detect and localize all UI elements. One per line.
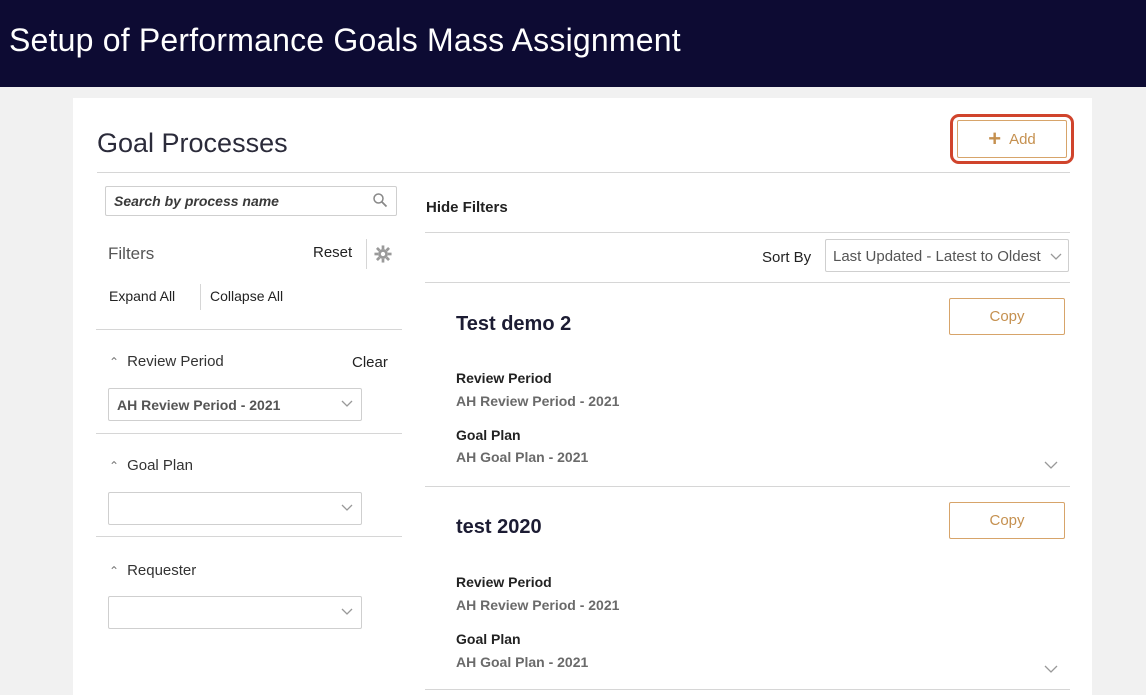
facet-requester[interactable]: ⌃ Requester: [109, 562, 196, 579]
field-value: AH Goal Plan - 2021: [456, 654, 589, 670]
divider: [366, 239, 367, 269]
review-period-value: AH Review Period - 2021: [117, 397, 281, 413]
clear-link[interactable]: Clear: [352, 354, 388, 371]
reset-link[interactable]: Reset: [313, 244, 352, 261]
collapse-all-link[interactable]: Collapse All: [210, 288, 283, 304]
chevron-down-icon[interactable]: [1044, 458, 1058, 472]
search-input[interactable]: [106, 187, 366, 215]
chevron-down-icon: [1050, 250, 1062, 262]
page-title: Goal Processes: [97, 128, 288, 158]
chevron-down-icon: [341, 504, 353, 511]
facet-review-period[interactable]: ⌃ Review Period: [109, 353, 224, 370]
divider: [96, 536, 402, 537]
add-button-label: Add: [1009, 130, 1036, 148]
divider: [425, 486, 1070, 487]
chevron-up-icon: ⌃: [109, 459, 120, 473]
review-period-select[interactable]: AH Review Period - 2021: [108, 388, 362, 421]
filters-heading: Filters: [108, 244, 155, 263]
field-value: AH Review Period - 2021: [456, 393, 620, 409]
divider: [425, 282, 1070, 283]
app-title: Setup of Performance Goals Mass Assignme…: [9, 22, 681, 58]
plus-icon: +: [988, 126, 1002, 151]
divider: [96, 433, 402, 434]
process-title[interactable]: test 2020: [456, 516, 542, 539]
app-header: Setup of Performance Goals Mass Assignme…: [0, 0, 1146, 87]
copy-button[interactable]: Copy: [949, 502, 1065, 539]
chevron-up-icon: ⌃: [109, 355, 120, 369]
divider: [425, 689, 1070, 690]
requester-select[interactable]: [108, 596, 362, 629]
gear-icon[interactable]: [374, 245, 392, 263]
field-value: AH Review Period - 2021: [456, 597, 620, 613]
add-button[interactable]: + Add: [957, 120, 1067, 158]
expand-all-link[interactable]: Expand All: [109, 288, 175, 304]
main-panel: Goal Processes + Add Filters Reset Expan…: [73, 98, 1092, 695]
field-label: Review Period: [456, 574, 552, 590]
sort-value: Last Updated - Latest to Oldest: [833, 248, 1041, 265]
divider: [200, 284, 201, 310]
process-title[interactable]: Test demo 2: [456, 313, 571, 336]
chevron-up-icon: ⌃: [109, 564, 120, 578]
divider: [97, 172, 1070, 173]
field-label: Review Period: [456, 370, 552, 386]
goal-plan-select[interactable]: [108, 492, 362, 525]
hide-filters-link[interactable]: Hide Filters: [426, 199, 508, 216]
divider: [425, 232, 1070, 233]
sort-by-label: Sort By: [762, 249, 812, 266]
facet-goal-plan[interactable]: ⌃ Goal Plan: [109, 457, 193, 474]
copy-button[interactable]: Copy: [949, 298, 1065, 335]
chevron-down-icon: [341, 400, 353, 407]
chevron-down-icon: [341, 608, 353, 615]
field-label: Goal Plan: [456, 427, 521, 443]
chevron-down-icon[interactable]: [1044, 662, 1058, 676]
sort-select[interactable]: Last Updated - Latest to Oldest: [825, 239, 1069, 272]
search-icon[interactable]: [372, 192, 388, 208]
field-label: Goal Plan: [456, 631, 521, 647]
search-box: [105, 186, 397, 216]
field-value: AH Goal Plan - 2021: [456, 449, 589, 465]
divider: [96, 329, 402, 330]
